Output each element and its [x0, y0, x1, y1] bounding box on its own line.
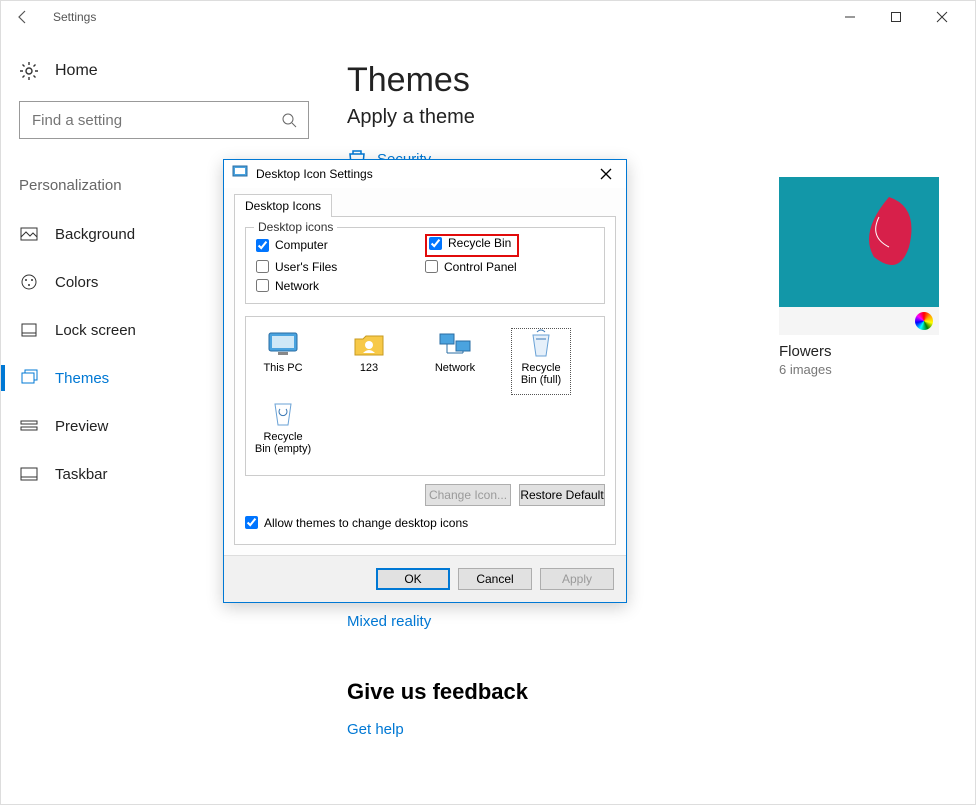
minimize-button[interactable]: [827, 1, 873, 33]
ok-button[interactable]: OK: [376, 568, 450, 590]
dialog-close-button[interactable]: [594, 162, 618, 186]
restore-default-button[interactable]: Restore Default: [519, 484, 605, 506]
icon-user-folder[interactable]: 123: [340, 329, 398, 394]
checkbox-users-files[interactable]: User's Files: [256, 260, 425, 274]
sidebar-item-label: Colors: [55, 274, 98, 291]
gear-icon: [19, 61, 39, 81]
icon-this-pc[interactable]: This PC: [254, 329, 312, 394]
icon-network[interactable]: Network: [426, 329, 484, 394]
apply-button[interactable]: Apply: [540, 568, 614, 590]
palette-icon: [19, 272, 39, 292]
icon-label: Recycle Bin (full): [512, 362, 570, 386]
get-help-link[interactable]: Get help: [347, 721, 404, 738]
checkbox-computer[interactable]: Computer: [256, 236, 425, 255]
sidebar-item-label: Taskbar: [55, 466, 108, 483]
search-input[interactable]: [19, 101, 309, 139]
feedback-heading: Give us feedback: [347, 679, 528, 705]
window-title: Settings: [53, 10, 96, 24]
checkbox-allow-themes[interactable]: Allow themes to change desktop icons: [245, 516, 605, 530]
dialog-app-icon: [232, 164, 248, 185]
back-button[interactable]: [11, 5, 35, 29]
icon-preview-grid: This PC 123 Network Recycle Bin (full) R…: [245, 316, 605, 476]
preview-icon: [19, 416, 39, 436]
cancel-button[interactable]: Cancel: [458, 568, 532, 590]
icon-label: This PC: [263, 362, 302, 374]
icon-label: Recycle Bin (empty): [254, 431, 312, 455]
home-label: Home: [55, 62, 98, 80]
sidebar-item-label: Preview: [55, 418, 108, 435]
theme-card-flowers[interactable]: Flowers 6 images: [779, 177, 939, 377]
sidebar-item-label: Lock screen: [55, 322, 136, 339]
checkbox-recycle-bin[interactable]: Recycle Bin: [429, 236, 511, 250]
search-field[interactable]: [20, 112, 270, 129]
desktop-icons-fieldset: Desktop icons Computer Recycle Bin User'…: [245, 227, 605, 304]
close-button[interactable]: [919, 1, 965, 33]
tab-desktop-icons[interactable]: Desktop Icons: [234, 194, 332, 217]
lock-screen-icon: [19, 320, 39, 340]
icon-recycle-bin-full[interactable]: Recycle Bin (full): [512, 329, 570, 394]
picture-icon: [19, 224, 39, 244]
theme-image-count: 6 images: [779, 362, 939, 377]
color-wheel-icon: [915, 312, 933, 330]
desktop-icon-settings-dialog: Desktop Icon Settings Desktop Icons Desk…: [223, 159, 627, 603]
sidebar-item-label: Themes: [55, 370, 109, 387]
home-button[interactable]: Home: [19, 61, 307, 81]
icon-label: Network: [435, 362, 475, 374]
themes-icon: [19, 368, 39, 388]
fieldset-legend: Desktop icons: [254, 220, 337, 234]
change-icon-button[interactable]: Change Icon...: [425, 484, 511, 506]
search-icon: [270, 112, 308, 128]
theme-name: Flowers: [779, 343, 939, 360]
dialog-title: Desktop Icon Settings: [256, 167, 373, 181]
checkbox-network[interactable]: Network: [256, 279, 425, 293]
maximize-button[interactable]: [873, 1, 919, 33]
mixed-reality-link[interactable]: Mixed reality: [347, 613, 431, 630]
sidebar-item-label: Background: [55, 226, 135, 243]
page-subtitle: Apply a theme: [347, 106, 955, 129]
page-title: Themes: [347, 61, 955, 100]
checkbox-control-panel[interactable]: Control Panel: [425, 260, 594, 274]
icon-recycle-bin-empty[interactable]: Recycle Bin (empty): [254, 398, 312, 463]
icon-label: 123: [360, 362, 378, 374]
theme-thumbnail: [779, 177, 939, 307]
taskbar-icon: [19, 464, 39, 484]
highlight-recycle-bin: Recycle Bin: [425, 234, 519, 257]
